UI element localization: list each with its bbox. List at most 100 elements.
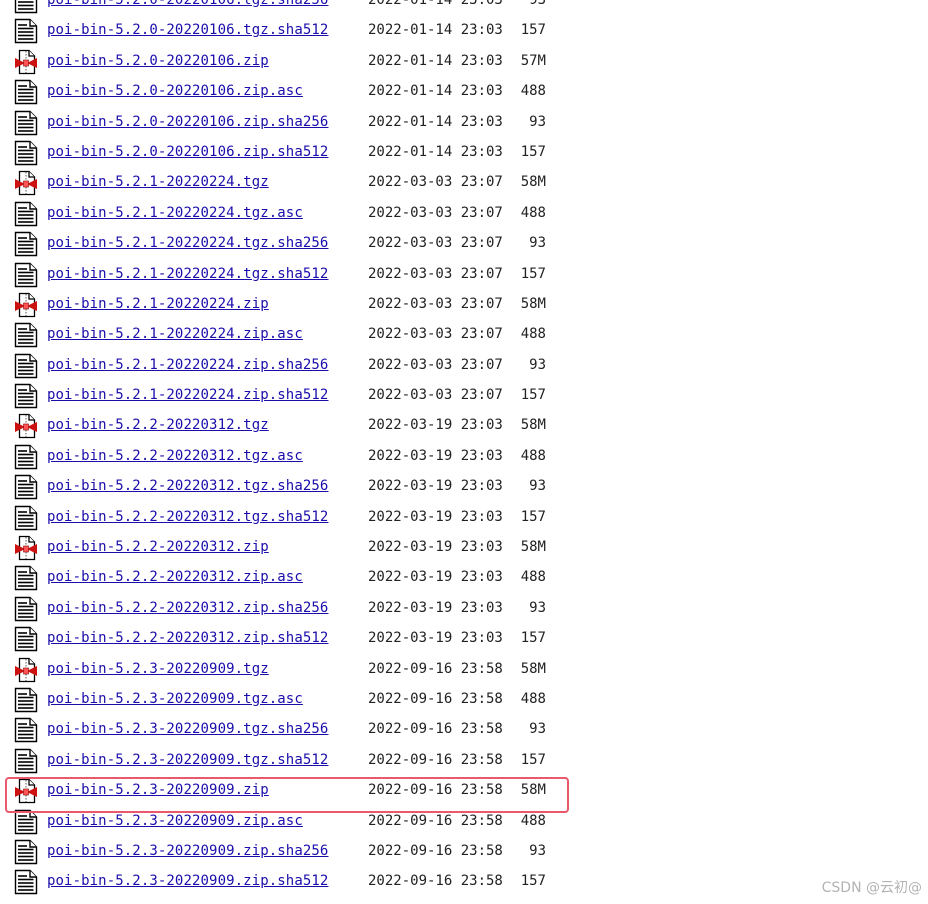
file-date: 2022-03-03 23:07 [368, 174, 503, 191]
archive-icon [14, 778, 38, 804]
file-date: 2022-01-14 23:03 [368, 22, 503, 39]
text-file-icon [14, 687, 38, 713]
file-date: 2022-03-03 23:07 [368, 235, 503, 252]
file-size: 157 [520, 630, 546, 647]
file-size: 488 [520, 569, 546, 586]
file-link[interactable]: poi-bin-5.2.3-20220909.tgz.asc [47, 691, 303, 707]
file-date: 2022-03-19 23:03 [368, 569, 503, 586]
file-date: 2022-01-14 23:03 [368, 143, 503, 160]
file-size: 93 [529, 721, 546, 738]
file-link[interactable]: poi-bin-5.2.0-20220106.zip.sha256 [47, 114, 328, 130]
file-link[interactable]: poi-bin-5.2.2-20220312.zip.asc [47, 569, 303, 585]
file-row: poi-bin-5.2.1-20220224.zip.sha512 2022-0… [0, 380, 928, 410]
file-size: 58M [520, 174, 546, 191]
file-date: 2022-09-16 23:58 [368, 812, 503, 829]
file-row: poi-bin-5.2.3-20220909.tgz 2022-09-16 23… [0, 654, 928, 684]
file-row: poi-bin-5.2.2-20220312.tgz.sha256 2022-0… [0, 471, 928, 501]
file-date: 2022-03-03 23:07 [368, 387, 503, 404]
file-link[interactable]: poi-bin-5.2.0-20220106.tgz.sha512 [47, 22, 328, 38]
text-file-icon [14, 110, 38, 136]
text-file-icon [14, 262, 38, 288]
file-link[interactable]: poi-bin-5.2.1-20220224.tgz.sha256 [47, 235, 328, 251]
file-link[interactable]: poi-bin-5.2.1-20220224.zip.sha256 [47, 357, 328, 373]
file-date: 2022-09-16 23:58 [368, 782, 503, 799]
file-row: poi-bin-5.2.2-20220312.tgz 2022-03-19 23… [0, 410, 928, 440]
text-file-icon [14, 18, 38, 44]
file-link[interactable]: poi-bin-5.2.1-20220224.zip.sha512 [47, 387, 328, 403]
text-file-icon [14, 839, 38, 865]
text-file-icon [14, 383, 38, 409]
text-file-icon [14, 322, 38, 348]
file-size: 488 [520, 812, 546, 829]
file-date: 2022-01-14 23:03 [368, 83, 503, 100]
file-row: poi-bin-5.2.3-20220909.zip.sha512 2022-0… [0, 866, 928, 896]
file-listing: poi-bin-5.2.0-20220106.tgz.sha256 2022-0… [0, 0, 928, 897]
file-size: 157 [520, 387, 546, 404]
archive-icon [14, 170, 38, 196]
text-file-icon [14, 353, 38, 379]
file-size: 93 [529, 842, 546, 859]
file-row: poi-bin-5.2.1-20220224.tgz.asc 2022-03-0… [0, 198, 928, 228]
file-date: 2022-09-16 23:58 [368, 690, 503, 707]
file-row: poi-bin-5.2.2-20220312.zip.asc 2022-03-1… [0, 562, 928, 592]
file-link[interactable]: poi-bin-5.2.3-20220909.tgz.sha256 [47, 721, 328, 737]
file-link[interactable]: poi-bin-5.2.1-20220224.zip.asc [47, 326, 303, 342]
file-size: 57M [520, 52, 546, 69]
file-link[interactable]: poi-bin-5.2.1-20220224.zip [47, 296, 269, 312]
file-date: 2022-03-03 23:07 [368, 265, 503, 282]
file-link[interactable]: poi-bin-5.2.2-20220312.zip.sha512 [47, 630, 328, 646]
file-date: 2022-03-19 23:03 [368, 417, 503, 434]
file-row: poi-bin-5.2.2-20220312.zip.sha256 2022-0… [0, 593, 928, 623]
file-link[interactable]: poi-bin-5.2.3-20220909.zip.sha512 [47, 873, 328, 889]
file-link[interactable]: poi-bin-5.2.1-20220224.tgz.asc [47, 205, 303, 221]
file-date: 2022-03-19 23:03 [368, 478, 503, 495]
text-file-icon [14, 201, 38, 227]
file-link[interactable]: poi-bin-5.2.2-20220312.tgz.sha512 [47, 509, 328, 525]
file-link[interactable]: poi-bin-5.2.2-20220312.zip [47, 539, 269, 555]
text-file-icon [14, 79, 38, 105]
file-row: poi-bin-5.2.1-20220224.tgz.sha256 2022-0… [0, 228, 928, 258]
file-link[interactable]: poi-bin-5.2.3-20220909.tgz [47, 661, 269, 677]
file-size: 157 [520, 751, 546, 768]
text-file-icon [14, 505, 38, 531]
file-link[interactable]: poi-bin-5.2.0-20220106.zip [47, 53, 269, 69]
file-size: 157 [520, 873, 546, 890]
file-size: 93 [529, 235, 546, 252]
watermark: CSDN @云初@ [821, 880, 922, 896]
file-size: 488 [520, 447, 546, 464]
file-row: poi-bin-5.2.3-20220909.zip.asc 2022-09-1… [0, 806, 928, 836]
file-row: poi-bin-5.2.1-20220224.tgz 2022-03-03 23… [0, 167, 928, 197]
file-link[interactable]: poi-bin-5.2.1-20220224.tgz [47, 174, 269, 190]
text-file-icon [14, 626, 38, 652]
file-size: 93 [529, 599, 546, 616]
file-date: 2022-03-19 23:03 [368, 630, 503, 647]
file-date: 2022-03-19 23:03 [368, 508, 503, 525]
file-size: 93 [529, 0, 546, 8]
file-row: poi-bin-5.2.0-20220106.zip.sha256 2022-0… [0, 107, 928, 137]
file-link[interactable]: poi-bin-5.2.1-20220224.tgz.sha512 [47, 266, 328, 282]
file-row: poi-bin-5.2.0-20220106.zip 2022-01-14 23… [0, 46, 928, 76]
file-row: poi-bin-5.2.1-20220224.zip 2022-03-03 23… [0, 289, 928, 319]
file-size: 93 [529, 478, 546, 495]
file-date: 2022-09-16 23:58 [368, 873, 503, 890]
file-link[interactable]: poi-bin-5.2.2-20220312.tgz.sha256 [47, 478, 328, 494]
text-file-icon [14, 0, 38, 14]
file-link[interactable]: poi-bin-5.2.2-20220312.zip.sha256 [47, 600, 328, 616]
file-link[interactable]: poi-bin-5.2.3-20220909.zip.asc [47, 813, 303, 829]
file-link[interactable]: poi-bin-5.2.2-20220312.tgz [47, 417, 269, 433]
file-date: 2022-01-14 23:03 [368, 52, 503, 69]
file-link[interactable]: poi-bin-5.2.0-20220106.zip.sha512 [47, 144, 328, 160]
file-link[interactable]: poi-bin-5.2.3-20220909.tgz.sha512 [47, 752, 328, 768]
file-row: poi-bin-5.2.2-20220312.zip 2022-03-19 23… [0, 532, 928, 562]
file-link[interactable]: poi-bin-5.2.2-20220312.tgz.asc [47, 448, 303, 464]
file-size: 93 [529, 113, 546, 130]
file-row: poi-bin-5.2.3-20220909.tgz.sha512 2022-0… [0, 745, 928, 775]
text-file-icon [14, 444, 38, 470]
file-link[interactable]: poi-bin-5.2.3-20220909.zip.sha256 [47, 843, 328, 859]
file-link[interactable]: poi-bin-5.2.0-20220106.tgz.sha256 [47, 0, 328, 8]
file-row: poi-bin-5.2.1-20220224.tgz.sha512 2022-0… [0, 259, 928, 289]
archive-icon [14, 535, 38, 561]
file-size: 58M [520, 782, 546, 799]
file-link[interactable]: poi-bin-5.2.3-20220909.zip [47, 782, 269, 798]
file-link[interactable]: poi-bin-5.2.0-20220106.zip.asc [47, 83, 303, 99]
